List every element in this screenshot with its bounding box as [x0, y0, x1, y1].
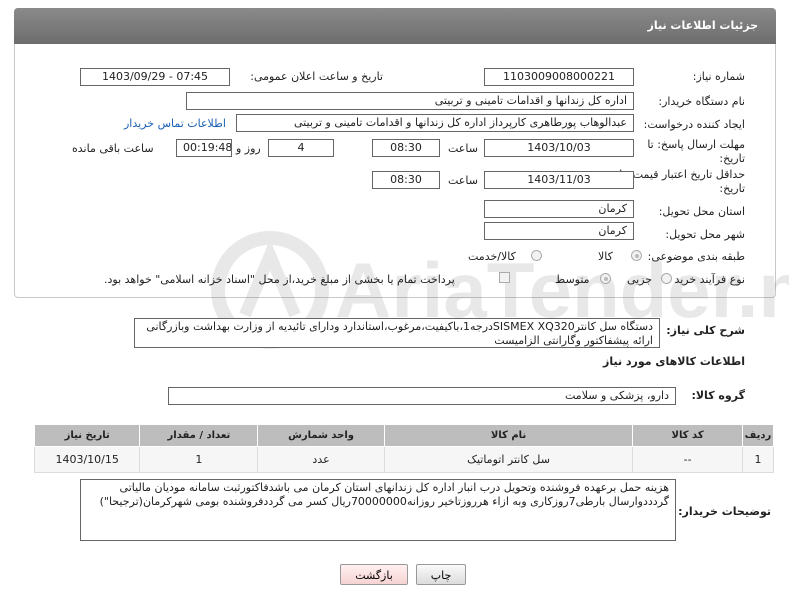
buyer-field: اداره کل زندانها و اقدامات تامینی و تربی… — [186, 92, 634, 110]
goods-group-label: گروه کالا: — [691, 389, 745, 402]
col-row-header: ردیف — [741, 424, 775, 447]
payment-note: پرداخت تمام یا بخشی از مبلغ خرید،از محل … — [104, 273, 455, 286]
row-date: 1403/10/15 — [33, 446, 141, 473]
province-field: کرمان — [484, 200, 634, 218]
print-button[interactable]: چاپ — [416, 564, 466, 585]
need-number-field: 1103009008000221 — [484, 68, 634, 86]
col-unit-header: واحد شمارش — [257, 424, 385, 447]
category-goods-service-radio[interactable] — [531, 250, 542, 261]
col-code-header: کد کالا — [632, 424, 743, 447]
validity-time-field: 08:30 — [372, 171, 440, 189]
validity-label-line1: حداقل تاریخ اعتبار قیمت: تا — [619, 168, 745, 181]
validity-date-field: 1403/11/03 — [484, 171, 634, 189]
need-number-label: شماره نیاز: — [692, 70, 745, 83]
panel-title: جزئیات اطلاعات نیاز — [647, 19, 759, 32]
col-date-header: تاریخ نیاز — [33, 424, 141, 447]
remaining-time-label: ساعت باقی مانده — [72, 142, 154, 155]
creator-field: عبدالوهاب پورطاهری کارپرداز اداره کل زند… — [236, 114, 634, 132]
deadline-date-field: 1403/10/03 — [484, 139, 634, 157]
buyer-label: نام دستگاه خریدار: — [658, 95, 745, 108]
purchase-medium-label: متوسط — [555, 273, 590, 286]
announce-label: تاریخ و ساعت اعلان عمومی: — [250, 70, 383, 83]
day-and-label: روز و — [236, 142, 261, 155]
city-label: شهر محل تحویل: — [665, 228, 745, 241]
panel-header: جزئیات اطلاعات نیاز — [14, 8, 776, 44]
row-number: 1 — [741, 446, 775, 473]
back-button[interactable]: بازگشت — [340, 564, 408, 585]
description-field: دستگاه سل کانترSISMEX XQ320درجه1،باکیفیت… — [134, 318, 660, 348]
row-code: -- — [632, 446, 743, 473]
days-field: 4 — [268, 139, 334, 157]
province-label: استان محل تحویل: — [658, 205, 745, 218]
table-header-row: ردیف کد کالا نام کالا واحد شمارش تعداد /… — [33, 424, 775, 447]
category-goods-radio[interactable] — [631, 250, 642, 261]
deadline-time-field: 08:30 — [372, 139, 440, 157]
category-goods-label: کالا — [598, 250, 613, 263]
col-qty-header: تعداد / مقدار — [139, 424, 259, 447]
deadline-label-line2: تاریخ: — [719, 152, 745, 165]
deadline-time-label: ساعت — [448, 142, 478, 155]
col-name-header: نام کالا — [383, 424, 634, 447]
description-label: شرح کلی نیاز: — [666, 324, 745, 337]
purchase-type-label: نوع فرآیند خرید : — [667, 273, 745, 286]
goods-group-field: دارو، پزشکی و سلامت — [168, 387, 676, 405]
creator-label: ایجاد کننده درخواست: — [643, 118, 745, 131]
purchase-partial-label: جزیی — [627, 273, 653, 286]
validity-label-line2: تاریخ: — [719, 182, 745, 195]
table-row: 1 -- سل کانتر اتوماتیک عدد 1 1403/10/15 — [33, 446, 775, 473]
purchase-medium-radio[interactable] — [600, 273, 611, 284]
buyer-notes-label: توضیحات خریدار: — [678, 505, 771, 518]
announce-field: 1403/09/29 - 07:45 — [80, 68, 230, 86]
purchase-partial-radio[interactable] — [661, 273, 672, 284]
validity-time-label: ساعت — [448, 174, 478, 187]
goods-info-title: اطلاعات کالاهای مورد نیاز — [603, 355, 745, 368]
category-goods-service-label: کالا/خدمت — [468, 250, 516, 263]
city-field: کرمان — [484, 222, 634, 240]
row-unit: عدد — [257, 446, 385, 473]
row-name: سل کانتر اتوماتیک — [383, 446, 634, 473]
deadline-label-line1: مهلت ارسال پاسخ: تا — [647, 138, 745, 151]
treasury-checkbox[interactable] — [499, 272, 510, 283]
items-table: ردیف کد کالا نام کالا واحد شمارش تعداد /… — [33, 424, 775, 473]
buyer-contact-link[interactable]: اطلاعات تماس خریدار — [124, 117, 226, 130]
buyer-notes-field: هزینه حمل برعهده فروشنده وتحویل درب انبا… — [80, 479, 676, 541]
category-label: طبقه بندی موضوعی: — [647, 250, 745, 263]
remaining-time-field: 00:19:48 — [176, 139, 232, 157]
row-qty: 1 — [139, 446, 259, 473]
